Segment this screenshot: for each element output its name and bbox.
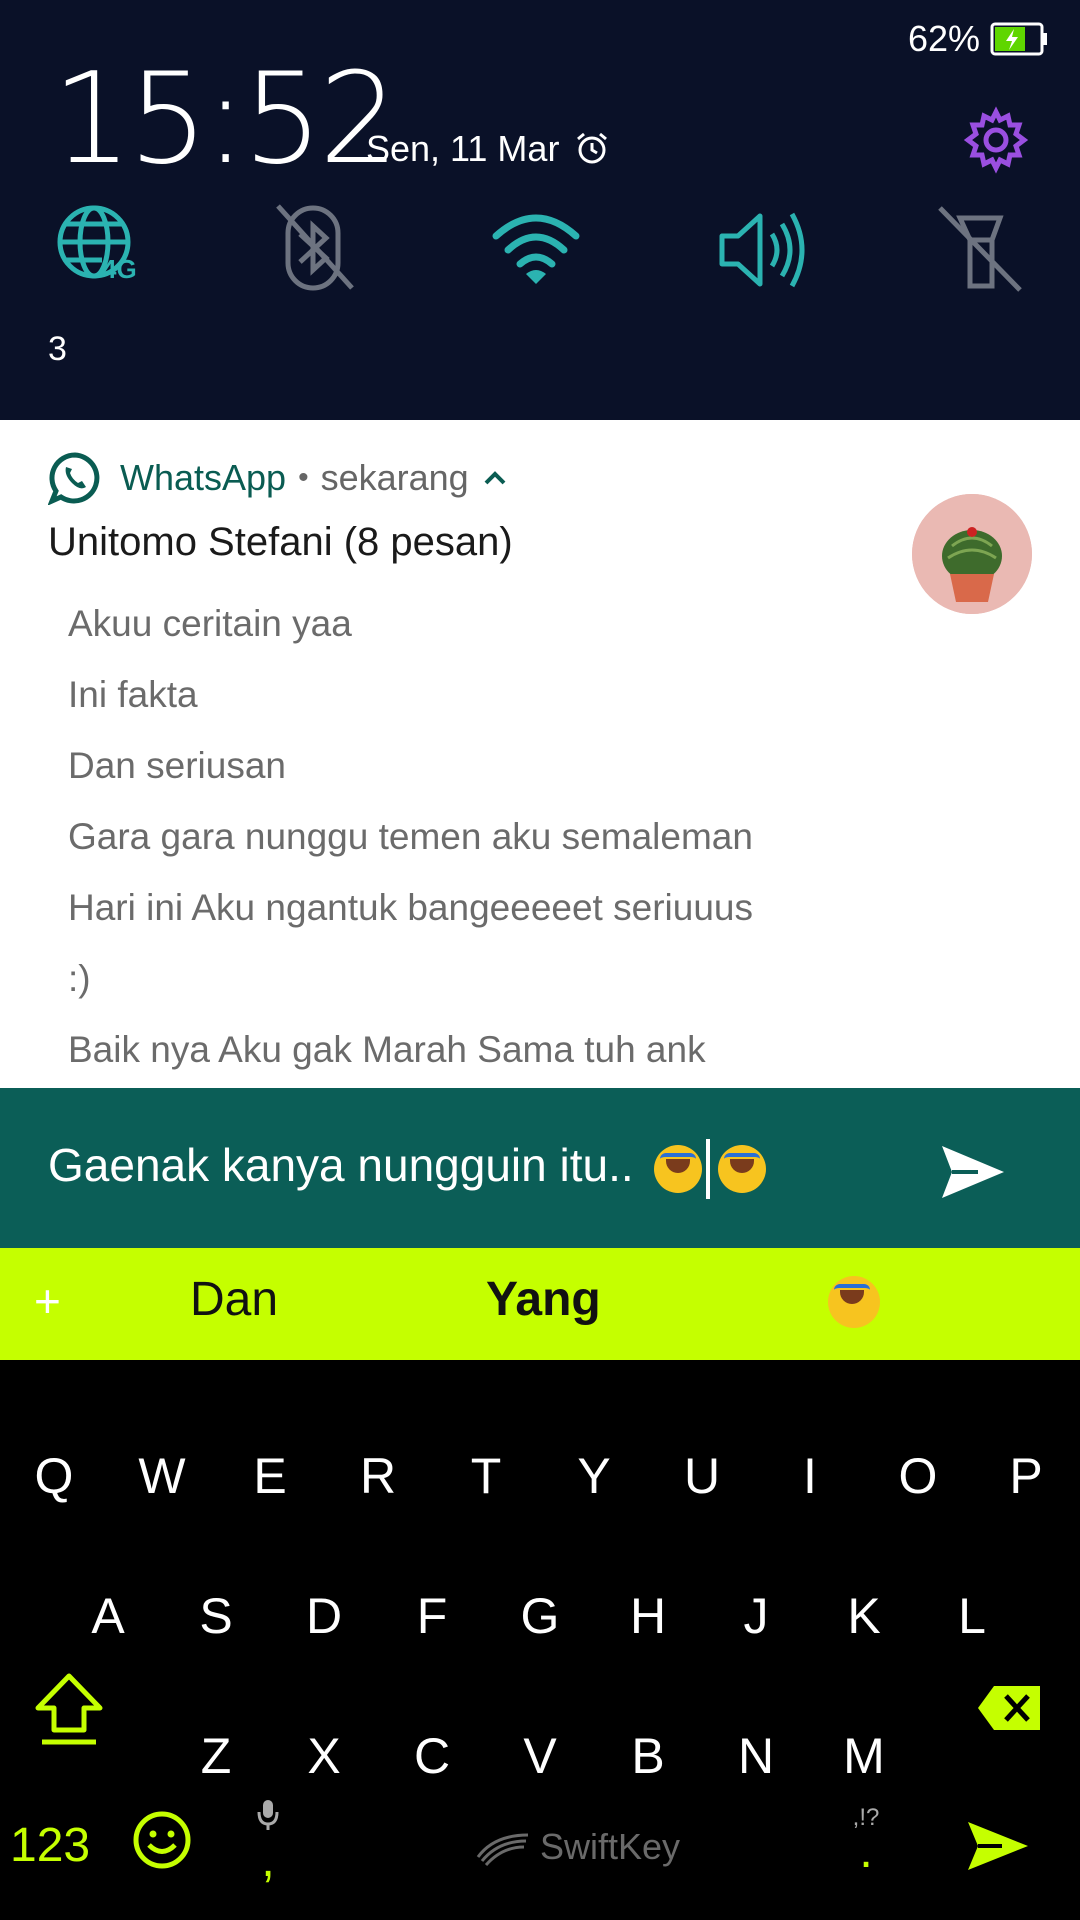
notification-header: WhatsApp • sekarang [48, 448, 507, 508]
key-c[interactable]: C [378, 1706, 486, 1806]
4g-label: 4G [102, 254, 137, 284]
volume-icon [719, 212, 805, 288]
flashlight-tile[interactable] [930, 200, 1030, 300]
spacebar[interactable]: SwiftKey [474, 1826, 680, 1868]
header-separator: • [298, 461, 309, 494]
smiley-icon[interactable] [132, 1810, 192, 1870]
microphone-icon [257, 1800, 279, 1830]
clock-time: 15:52 [52, 45, 399, 192]
numbers-key[interactable]: 123 [10, 1818, 90, 1873]
key-v[interactable]: V [486, 1706, 594, 1806]
key-d[interactable]: D [270, 1566, 378, 1666]
send-icon[interactable] [938, 1142, 1008, 1202]
suggestion-emoji[interactable] [820, 1272, 880, 1329]
message-line: Akuu ceritain yaa [68, 603, 352, 644]
date-text: Sen, 11 Mar [366, 128, 560, 169]
keyboard: QWERTYUIOP ASDFGHJKL ZXCVBNM 123 , Swift… [0, 1360, 1080, 1920]
suggestion-left[interactable]: Dan [190, 1272, 278, 1327]
laughing-emoji [828, 1276, 880, 1329]
backspace-icon[interactable] [976, 1684, 1042, 1732]
keyboard-send-icon[interactable] [964, 1818, 1032, 1874]
reply-bar: Gaenak kanya nungguin itu.. [0, 1088, 1080, 1248]
message-line: :) [68, 958, 91, 999]
sound-tile[interactable] [712, 200, 812, 300]
message-line: Hari ini Aku ngantuk bangeeeeet seriuuus [68, 887, 753, 928]
flashlight-off-icon [938, 206, 1022, 292]
expand-plus-icon[interactable]: + [34, 1274, 61, 1328]
chevron-up-icon[interactable] [483, 468, 507, 488]
comma-label: , [261, 1834, 275, 1887]
reply-text: Gaenak kanya nungguin itu.. [48, 1139, 634, 1191]
shift-icon[interactable] [34, 1672, 104, 1748]
key-s[interactable]: S [162, 1566, 270, 1666]
swiftkey-logo-icon [476, 1833, 529, 1867]
app-name: WhatsApp [120, 457, 287, 498]
key-i[interactable]: I [756, 1426, 864, 1526]
message-line: Ini fakta [68, 674, 198, 715]
key-z[interactable]: Z [162, 1706, 270, 1806]
suggestion-center[interactable]: Yang [486, 1272, 601, 1327]
key-w[interactable]: W [108, 1426, 216, 1526]
key-m[interactable]: M [810, 1706, 918, 1806]
key-e[interactable]: E [216, 1426, 324, 1526]
wifi-tile[interactable] [486, 200, 586, 300]
battery-indicator: 62% [908, 18, 1048, 60]
message-line: Gara gara nunggu temen aku semaleman [68, 816, 753, 857]
comma-key[interactable]: , [248, 1798, 288, 1885]
key-r[interactable]: R [324, 1426, 432, 1526]
key-f[interactable]: F [378, 1566, 486, 1666]
bluetooth-off-icon [276, 204, 354, 291]
whatsapp-notification[interactable]: WhatsApp • sekarang Unitomo Stefani (8 p… [0, 420, 1080, 1088]
bluetooth-tile[interactable] [266, 200, 366, 300]
battery-icon [990, 22, 1047, 56]
alarm-icon [577, 132, 607, 164]
key-b[interactable]: B [594, 1706, 702, 1806]
notification-shade: 62% 15:52 Sen, 11 Mar 4G 3 [0, 0, 1080, 420]
period-label: . [859, 1825, 873, 1878]
laughing-emoji [718, 1144, 767, 1193]
wifi-icon [492, 214, 580, 284]
key-u[interactable]: U [648, 1426, 756, 1526]
mobile-data-4g-icon: 4G [57, 205, 137, 284]
message-line: Dan seriusan [68, 745, 287, 786]
key-j[interactable]: J [702, 1566, 810, 1666]
key-q[interactable]: Q [0, 1426, 108, 1526]
battery-percent: 62% [907, 18, 980, 59]
reply-input[interactable]: Gaenak kanya nungguin itu.. [48, 1138, 767, 1199]
laughing-emoji [654, 1144, 703, 1193]
cactus-avatar-image [912, 494, 1032, 614]
whatsapp-icon [48, 452, 100, 505]
quick-settings-row: 4G [0, 200, 1080, 300]
swiftkey-brand: SwiftKey [540, 1826, 681, 1867]
period-key[interactable]: ,!? . [836, 1804, 896, 1878]
key-o[interactable]: O [864, 1426, 972, 1526]
message-list: Akuu ceritain yaa Ini fakta Dan seriusan… [68, 588, 753, 1085]
key-l[interactable]: L [918, 1566, 1026, 1666]
key-a[interactable]: A [54, 1566, 162, 1666]
notification-title: Unitomo Stefani (8 pesan) [48, 520, 513, 564]
notification-count: 3 [48, 330, 67, 368]
key-g[interactable]: G [486, 1566, 594, 1666]
key-y[interactable]: Y [540, 1426, 648, 1526]
settings-gear-icon[interactable] [962, 106, 1030, 174]
key-t[interactable]: T [432, 1426, 540, 1526]
key-n[interactable]: N [702, 1706, 810, 1806]
avatar [912, 494, 1032, 614]
key-p[interactable]: P [972, 1426, 1080, 1526]
key-k[interactable]: K [810, 1566, 918, 1666]
key-x[interactable]: X [270, 1706, 378, 1806]
key-h[interactable]: H [594, 1566, 702, 1666]
suggestion-strip: + Dan Yang [0, 1248, 1080, 1360]
mobile-data-tile[interactable]: 4G [52, 200, 152, 300]
notification-time: sekarang [320, 457, 469, 498]
message-line: Baik nya Aku gak Marah Sama tuh ank [68, 1029, 706, 1070]
text-cursor [706, 1138, 711, 1199]
